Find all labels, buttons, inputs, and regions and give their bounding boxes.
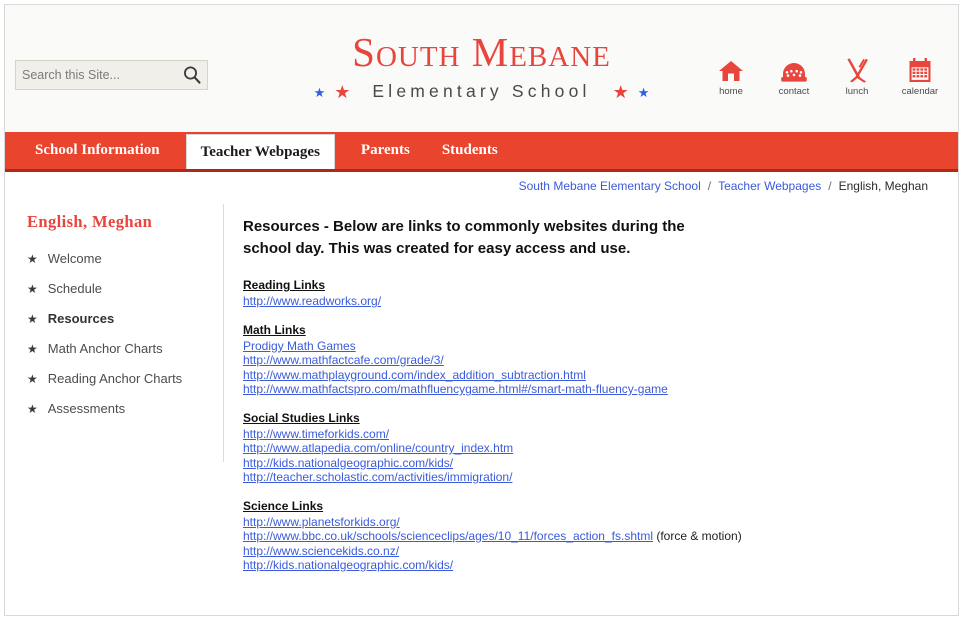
star-decoration-icon: ★ <box>637 84 650 100</box>
quicklink-home[interactable]: home <box>708 57 754 97</box>
school-subtitle: Elementary School <box>372 81 591 102</box>
link-line: http://www.bbc.co.uk/schools/scienceclip… <box>243 529 938 544</box>
sidebar-item-label: Welcome <box>47 251 102 266</box>
star-bullet-icon: ★ <box>27 312 38 326</box>
star-bullet-icon: ★ <box>27 372 38 386</box>
sidebar-item-welcome[interactable]: ★ Welcome <box>27 250 223 268</box>
sidebar-item-assessments[interactable]: ★ Assessments <box>27 400 223 418</box>
link-line: http://www.sciencekids.co.nz/ <box>243 544 938 559</box>
fork-knife-icon <box>834 57 880 83</box>
link-line: Prodigy Math Games <box>243 339 938 354</box>
link-line: http://www.mathplayground.com/index_addi… <box>243 368 938 383</box>
quicklink-calendar[interactable]: calendar <box>897 57 943 97</box>
star-decoration-icon: ★ <box>334 82 351 102</box>
resource-link[interactable]: http://teacher.scholastic.com/activities… <box>243 470 512 484</box>
resource-link[interactable]: http://www.mathfactcafe.com/grade/3/ <box>243 353 444 367</box>
breadcrumb-separator: / <box>707 179 712 193</box>
link-line: http://www.planetsforkids.org/ <box>243 515 938 530</box>
telephone-icon <box>771 57 817 83</box>
link-line: http://kids.nationalgeographic.com/kids/ <box>243 456 938 471</box>
main-navigation: School Information Teacher Webpages Pare… <box>5 132 958 172</box>
quicklink-lunch[interactable]: lunch <box>834 57 880 97</box>
link-group-reading: Reading Links http://www.readworks.org/ <box>243 278 938 309</box>
star-decoration-icon: ★ <box>612 82 629 102</box>
link-group-title: Science Links <box>243 498 324 513</box>
page-title: Resources - Below are links to commonly … <box>243 218 685 257</box>
nav-item-label: School Information <box>35 142 160 158</box>
breadcrumb-link-teacher-webpages[interactable]: Teacher Webpages <box>718 179 821 193</box>
sidebar-item-schedule[interactable]: ★ Schedule <box>27 280 223 298</box>
nav-items: School Information Teacher Webpages Pare… <box>19 132 514 169</box>
link-group-title: Reading Links <box>243 278 326 292</box>
sidebar-item-label: Resources <box>47 311 115 326</box>
sidebar-item-label: Schedule <box>47 281 102 296</box>
main-content: Resources - Below are links to commonly … <box>223 200 958 587</box>
breadcrumb-link-school[interactable]: South Mebane Elementary School <box>519 179 701 193</box>
nav-item-teacher-webpages[interactable]: Teacher Webpages <box>185 134 335 169</box>
resource-link[interactable]: http://kids.nationalgeographic.com/kids/ <box>243 558 453 572</box>
sidebar-divider <box>223 204 224 462</box>
star-decoration-icon: ★ <box>313 84 326 100</box>
star-bullet-icon: ★ <box>27 282 38 296</box>
nav-item-parents[interactable]: Parents <box>345 132 426 169</box>
sidebar-item-resources[interactable]: ★ Resources <box>27 310 223 328</box>
link-line: http://www.timeforkids.com/ <box>243 427 938 442</box>
link-group-title: Math Links <box>243 322 306 337</box>
resource-link[interactable]: http://www.bbc.co.uk/schools/scienceclip… <box>243 529 653 543</box>
link-group-math: Math Links Prodigy Math Games http://www… <box>243 323 938 397</box>
breadcrumb-separator: / <box>828 179 832 193</box>
link-line: http://www.atlapedia.com/online/country_… <box>243 441 938 456</box>
nav-item-students[interactable]: Students <box>426 132 514 169</box>
link-group-title: Social Studies Links <box>243 410 360 425</box>
link-line: http://kids.nationalgeographic.com/kids/ <box>243 558 938 573</box>
quicklink-contact[interactable]: contact <box>771 57 817 97</box>
resource-link[interactable]: http://www.sciencekids.co.nz/ <box>243 544 399 558</box>
breadcrumb-current: English, Meghan <box>838 179 928 193</box>
page-body: English, Meghan ★ Welcome ★ Schedule ★ R… <box>5 200 958 587</box>
star-bullet-icon: ★ <box>27 342 38 356</box>
nav-item-label: Parents <box>360 142 410 158</box>
nav-item-school-information[interactable]: School Information <box>19 132 176 169</box>
sidebar: English, Meghan ★ Welcome ★ Schedule ★ R… <box>5 200 223 430</box>
quicklink-label: home <box>719 86 743 97</box>
resource-link[interactable]: http://www.timeforkids.com/ <box>243 427 389 441</box>
sidebar-item-math-anchor-charts[interactable]: ★ Math Anchor Charts <box>27 340 223 358</box>
link-line: http://www.mathfactspro.com/mathfluencyg… <box>243 382 938 397</box>
resource-link[interactable]: http://www.planetsforkids.org/ <box>243 515 400 529</box>
quicklink-label: contact <box>778 86 810 97</box>
sidebar-item-label: Reading Anchor Charts <box>47 371 183 386</box>
nav-item-label: Students <box>441 142 498 158</box>
link-line: http://www.readworks.org/ <box>243 294 938 309</box>
resource-link[interactable]: http://www.mathplayground.com/index_addi… <box>243 368 586 382</box>
quicklink-label: calendar <box>901 86 939 97</box>
home-icon <box>708 57 754 83</box>
sidebar-item-label: Math Anchor Charts <box>47 341 163 356</box>
sidebar-item-label: Assessments <box>47 401 126 416</box>
link-line: http://www.mathfactcafe.com/grade/3/ <box>243 353 938 368</box>
link-line: http://teacher.scholastic.com/activities… <box>243 470 938 485</box>
resource-link[interactable]: Prodigy Math Games <box>243 339 356 353</box>
resource-link[interactable]: http://www.mathfactspro.com/mathfluencyg… <box>243 382 668 396</box>
sidebar-title: English, Meghan <box>27 212 153 231</box>
link-group-social-studies: Social Studies Links http://www.timefork… <box>243 411 938 485</box>
link-group-science: Science Links http://www.planetsforkids.… <box>243 499 938 573</box>
link-note: (force & motion) <box>653 529 742 543</box>
calendar-icon <box>897 57 943 83</box>
resource-link[interactable]: http://www.atlapedia.com/online/country_… <box>243 441 513 455</box>
sidebar-item-reading-anchor-charts[interactable]: ★ Reading Anchor Charts <box>27 370 223 388</box>
resource-link[interactable]: http://www.readworks.org/ <box>243 294 381 308</box>
browser-viewport: South Mebane ★ ★ Elementary School ★ ★ h… <box>4 4 959 616</box>
resource-link[interactable]: http://kids.nationalgeographic.com/kids/ <box>243 456 453 470</box>
star-bullet-icon: ★ <box>27 252 38 266</box>
nav-item-label: Teacher Webpages <box>200 143 320 160</box>
site-header: South Mebane ★ ★ Elementary School ★ ★ h… <box>5 5 958 132</box>
quicklinks: home contact lunch calendar <box>708 57 943 97</box>
star-bullet-icon: ★ <box>27 402 38 416</box>
quicklink-label: lunch <box>845 86 869 97</box>
breadcrumb: South Mebane Elementary School / Teacher… <box>5 172 958 200</box>
